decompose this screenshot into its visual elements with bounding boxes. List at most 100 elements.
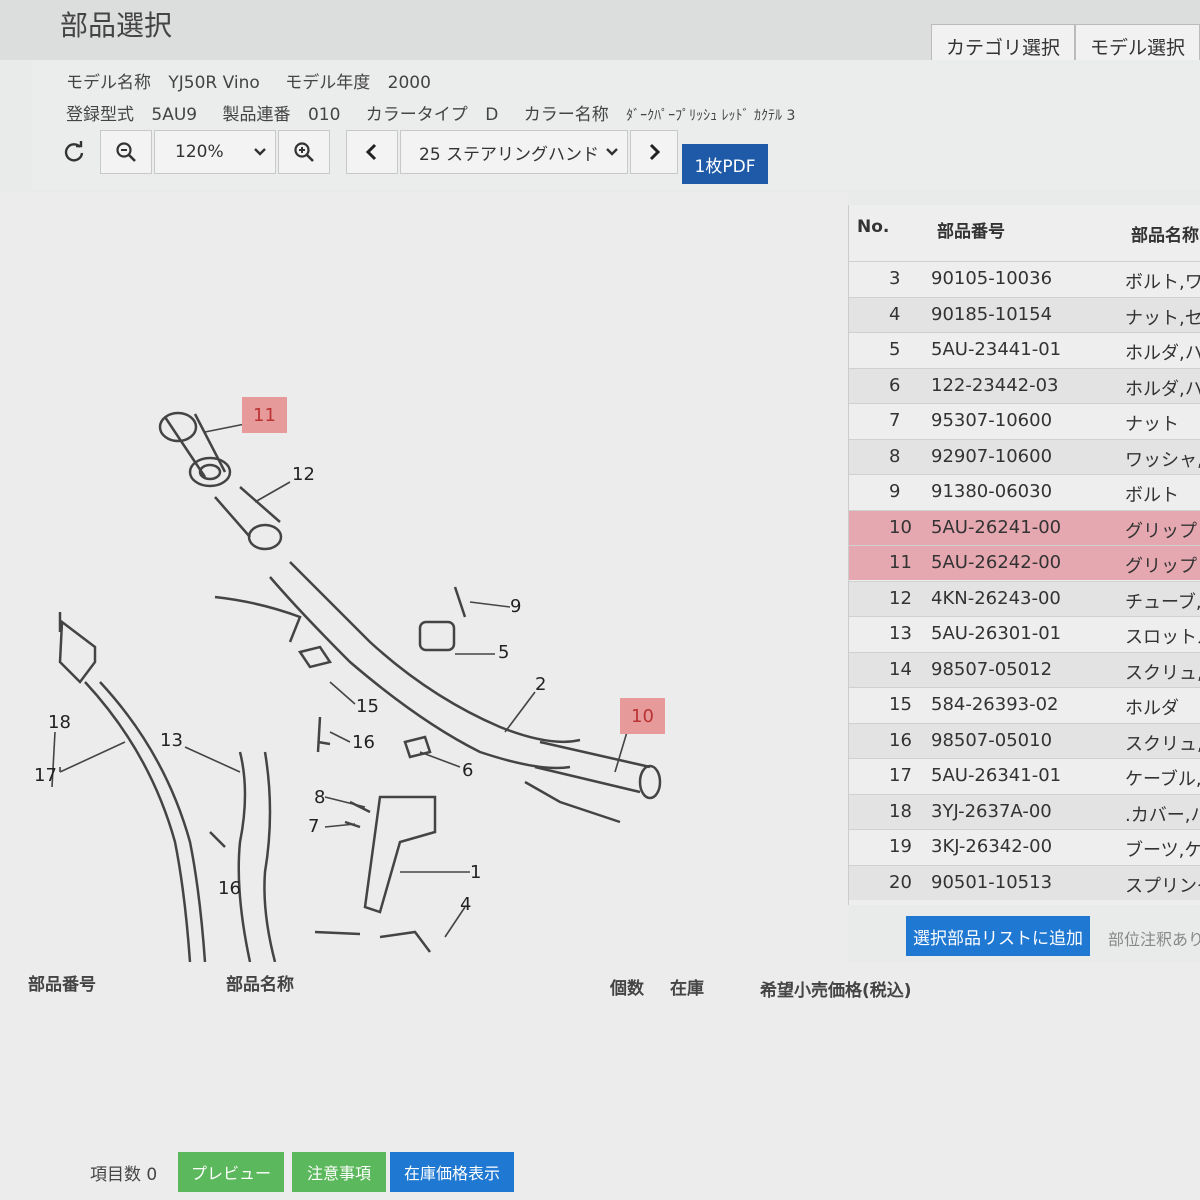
row-part-name: ホルダ,ハ (1125, 378, 1200, 400)
header-no: No. (857, 217, 890, 237)
row-part-number: 3YJ-2637A-00 (931, 800, 1052, 822)
exploded-view-drawing (51, 411, 662, 963)
row-no: 18 (889, 800, 912, 822)
item-count-value: 0 (146, 1165, 158, 1185)
table-row[interactable]: 16 98507-05010 スクリュ, (849, 722, 1200, 758)
prev-section-button[interactable] (346, 130, 398, 174)
row-part-name: ボルト (1125, 485, 1179, 506)
col-quantity: 個数 (610, 979, 644, 999)
row-no: 11 (889, 552, 912, 573)
row-part-number: 3KJ-26342-00 (931, 836, 1053, 857)
callout-13[interactable]: 13 (160, 730, 183, 751)
table-row[interactable]: 12 4KN-26243-00 チューブ, (849, 580, 1200, 616)
row-part-number: 92907-10600 (931, 445, 1053, 467)
row-no: 4 (889, 303, 901, 325)
table-row[interactable]: 10 5AU-26241-00 グリップ (849, 509, 1200, 545)
row-part-number: 91380-06030 (931, 481, 1053, 502)
zoom-in-icon (294, 142, 314, 162)
row-no: 19 (889, 836, 912, 857)
table-row[interactable]: 15 584-26393-02 ホルダ (849, 687, 1200, 722)
table-row[interactable]: 6 122-23442-03 ホルダ,ハ (849, 367, 1200, 403)
row-no: 13 (889, 623, 912, 644)
zoom-out-button[interactable] (100, 130, 152, 174)
callout-16-lower[interactable]: 16 (218, 878, 241, 899)
row-part-number: 4KN-26243-00 (931, 587, 1061, 609)
table-row[interactable]: 3 90105-10036 ボルト,ワ (849, 261, 1200, 296)
single-pdf-button[interactable]: 1枚PDF (682, 144, 768, 184)
row-part-name: スロットル (1125, 627, 1200, 648)
row-part-number: 90501-10513 (931, 871, 1053, 893)
callout-2[interactable]: 2 (535, 674, 546, 695)
notes-button[interactable]: 注意事項 (292, 1152, 386, 1192)
row-no: 10 (889, 516, 912, 538)
callout-15[interactable]: 15 (356, 696, 379, 717)
callout-11[interactable]: 11 (242, 397, 287, 433)
callout-6[interactable]: 6 (462, 760, 473, 781)
page-title: 部品選択 (60, 9, 173, 42)
row-no: 14 (889, 658, 912, 680)
callout-5[interactable]: 5 (498, 642, 509, 663)
callout-1[interactable]: 1 (470, 862, 481, 883)
callout-4[interactable]: 4 (460, 894, 471, 915)
table-row[interactable]: 5 5AU-23441-01 ホルダ,ハ (849, 332, 1200, 367)
callout-7[interactable]: 7 (308, 816, 319, 837)
model-info-row-1: モデル名称 YJ50R Vino モデル年度 2000 (66, 68, 451, 93)
row-no: 12 (889, 587, 912, 609)
row-no: 16 (889, 729, 912, 751)
row-part-name: グリップ (1125, 520, 1197, 542)
row-part-number: 5AU-26301-01 (931, 623, 1062, 644)
row-part-name: スプリング (1125, 875, 1200, 897)
next-section-button[interactable] (630, 130, 678, 174)
table-row[interactable]: 9 91380-06030 ボルト (849, 474, 1200, 509)
row-no: 20 (889, 871, 912, 893)
color-type-value: D (485, 105, 499, 125)
item-count-label: 項目数 (90, 1165, 141, 1185)
row-part-name: スクリュ, (1125, 662, 1200, 684)
table-row[interactable]: 11 5AU-26242-00 グリップ (849, 545, 1200, 580)
callout-12[interactable]: 12 (292, 464, 315, 485)
zoom-select[interactable]: 120% (154, 130, 276, 174)
row-part-name: .カバー,ハ (1125, 804, 1200, 826)
row-no: 15 (889, 694, 912, 715)
row-part-name: ケーブル,ス (1125, 769, 1200, 790)
add-to-list-button[interactable]: 選択部品リストに追加 (906, 916, 1090, 956)
table-row[interactable]: 13 5AU-26301-01 スロットル (849, 616, 1200, 651)
col-part-number: 部品番号 (28, 975, 96, 995)
col-stock: 在庫 (670, 979, 704, 999)
stock-price-button[interactable]: 在庫価格表示 (390, 1152, 514, 1192)
row-part-name: ブーツ,ケー (1125, 840, 1200, 861)
row-part-name: ホルダ (1125, 698, 1179, 719)
parts-diagram: 11 12 9 5 2 10 15 16 6 13 18 17 8 7 1 4 … (0, 192, 848, 963)
table-row[interactable]: 14 98507-05012 スクリュ, (849, 651, 1200, 687)
callout-16[interactable]: 16 (352, 732, 375, 753)
annotation-note: 部位注釈あり (1108, 930, 1200, 949)
callout-8[interactable]: 8 (314, 787, 325, 808)
callout-10[interactable]: 10 (620, 698, 665, 734)
row-part-number: 90105-10036 (931, 268, 1053, 289)
refresh-button[interactable] (54, 130, 94, 174)
row-part-number: 5AU-23441-01 (931, 339, 1062, 360)
table-row[interactable]: 17 5AU-26341-01 ケーブル,ス (849, 758, 1200, 793)
row-part-number: 98507-05010 (931, 729, 1053, 751)
zoom-in-button[interactable] (278, 130, 330, 174)
table-row[interactable]: 4 90185-10154 ナット,セ (849, 296, 1200, 332)
row-part-name: ナット (1125, 414, 1179, 435)
table-row[interactable]: 20 90501-10513 スプリング (849, 864, 1200, 900)
serial-label: 製品連番 (222, 105, 291, 125)
section-select[interactable]: 25 ステアリングハンドル (400, 130, 628, 174)
parts-table-header: No. 部品番号 部品名称 (849, 205, 1200, 261)
chevron-down-icon (254, 148, 266, 156)
callout-18[interactable]: 18 (48, 712, 71, 733)
callout-9[interactable]: 9 (510, 596, 521, 617)
preview-button[interactable]: プレビュー (178, 1152, 284, 1192)
table-row[interactable]: 18 3YJ-2637A-00 .カバー,ハ (849, 793, 1200, 829)
row-part-name: チューブ, (1125, 591, 1200, 613)
title-bar: 部品選択 カテゴリ選択 モデル選択 (0, 0, 1200, 72)
table-row[interactable]: 7 95307-10600 ナット (849, 403, 1200, 438)
table-row[interactable]: 19 3KJ-26342-00 ブーツ,ケー (849, 829, 1200, 864)
callout-17[interactable]: 17 (34, 765, 57, 786)
row-part-number: 584-26393-02 (931, 694, 1059, 715)
row-part-name: スクリュ, (1125, 733, 1200, 755)
row-part-number: 5AU-26242-00 (931, 552, 1062, 573)
table-row[interactable]: 8 92907-10600 ワッシャ, (849, 438, 1200, 474)
